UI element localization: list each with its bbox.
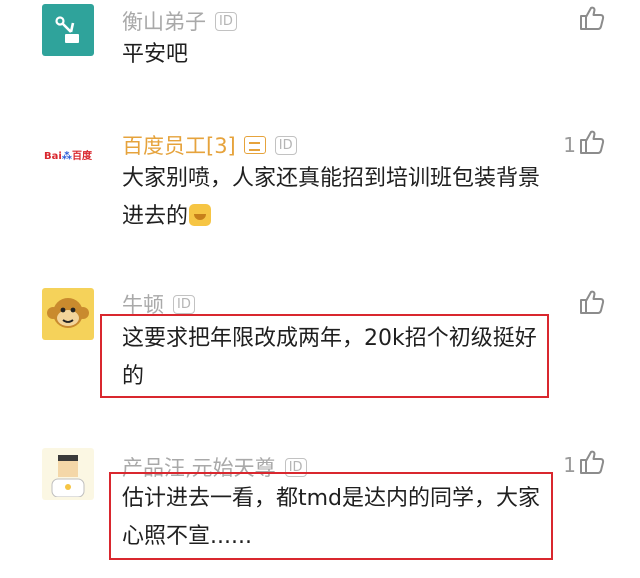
person-avatar-icon — [51, 455, 85, 497]
robot-arm-icon — [55, 16, 79, 43]
comment-author[interactable]: 衡山弟子 ID — [122, 6, 237, 36]
highlight-box — [109, 472, 553, 560]
thumbs-up-icon — [580, 450, 605, 474]
like-button[interactable] — [576, 4, 606, 32]
author-name[interactable]: 衡山弟子 — [122, 6, 206, 36]
highlight-box — [100, 314, 549, 398]
avatar[interactable] — [42, 288, 94, 340]
like-button[interactable]: 1 — [563, 448, 606, 476]
id-badge: ID — [215, 11, 237, 31]
thumbs-up-icon — [580, 290, 605, 314]
comment-text: 平安吧 — [122, 42, 189, 67]
comment-text-body: 大家别喷，人家还真能招到培训班包装背景进去的 — [122, 166, 541, 229]
thumbs-up-icon — [580, 130, 605, 154]
author-name[interactable]: 百度员工[3] — [122, 130, 236, 160]
avatar[interactable] — [42, 448, 94, 500]
avatar[interactable]: Bai⁂百度 — [42, 128, 94, 180]
thumbs-up-icon — [580, 6, 605, 30]
id-badge: ID — [274, 135, 297, 155]
comment-author[interactable]: 百度员工[3] ID — [122, 130, 297, 160]
comment-text: 大家别喷，人家还真能招到培训班包装背景进去的 — [122, 160, 542, 236]
like-button[interactable] — [576, 288, 606, 316]
laughing-emoji-icon — [189, 204, 212, 226]
vip-badge-icon — [243, 136, 266, 154]
like-count: 1 — [563, 453, 576, 477]
avatar[interactable] — [42, 4, 94, 56]
like-button[interactable]: 1 — [563, 128, 606, 156]
id-badge: ID — [173, 294, 195, 314]
like-count: 1 — [563, 133, 576, 157]
baidu-logo: Bai⁂百度 — [43, 150, 93, 162]
monkey-avatar-icon — [47, 298, 89, 328]
